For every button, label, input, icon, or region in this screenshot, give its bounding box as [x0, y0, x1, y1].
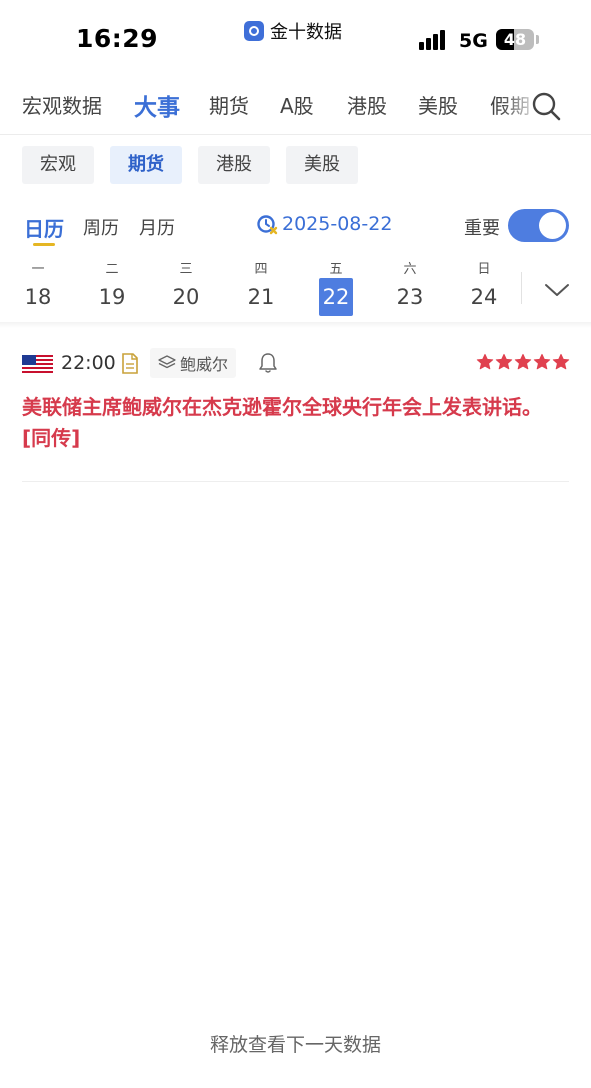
bell-icon[interactable]	[258, 352, 278, 374]
us-flag-icon	[22, 355, 53, 373]
period-weekly[interactable]: 周历	[83, 214, 119, 240]
category-tabs: 宏观数据 大事 期货 A股 港股 美股 假期	[0, 80, 591, 132]
star-icon	[552, 353, 570, 370]
cellular-signal-icon	[419, 30, 445, 50]
period-daily[interactable]: 日历	[24, 213, 64, 242]
day-18[interactable]: 18	[21, 278, 55, 316]
battery-level: 48	[503, 30, 527, 49]
app-logo-icon	[244, 21, 264, 41]
weekday-label: 二	[105, 262, 119, 277]
important-label: 重要	[464, 218, 500, 239]
event-tag-label: 鲍威尔	[180, 355, 229, 374]
day-24[interactable]: 24	[467, 278, 501, 316]
weekday-label: 三	[179, 262, 193, 277]
weekday-label: 日	[477, 262, 491, 277]
chip-macro[interactable]: 宏观	[22, 146, 94, 184]
tab-major-events[interactable]: 大事	[134, 88, 180, 122]
week-separator	[521, 272, 522, 304]
search-icon	[532, 92, 561, 121]
important-toggle[interactable]	[508, 209, 569, 242]
expand-calendar-button[interactable]	[542, 278, 572, 302]
chip-us-stocks[interactable]: 美股	[286, 146, 358, 184]
pull-hint: 释放查看下一天数据	[209, 1034, 381, 1056]
event-time: 22:00	[61, 352, 116, 374]
star-icon	[514, 353, 532, 370]
week-strip-shadow	[0, 322, 591, 328]
battery-icon: 48	[496, 29, 534, 50]
weekday-label: 五	[329, 262, 343, 277]
weekday-label: 四	[254, 262, 268, 277]
tab-a-shares[interactable]: A股	[280, 90, 314, 119]
day-20[interactable]: 20	[169, 278, 203, 316]
tab-hk-stocks[interactable]: 港股	[347, 90, 387, 119]
event-tag[interactable]: 鲍威尔	[150, 348, 237, 378]
day-19[interactable]: 19	[95, 278, 129, 316]
selected-date: 2025-08-22	[282, 213, 393, 235]
network-type: 5G	[459, 30, 488, 52]
tab-us-stocks[interactable]: 美股	[418, 90, 458, 119]
chip-futures[interactable]: 期货	[110, 146, 182, 184]
app-name: 金十数据	[270, 22, 342, 43]
star-icon	[476, 353, 494, 370]
period-monthly[interactable]: 月历	[139, 214, 175, 240]
document-icon[interactable]	[121, 353, 139, 374]
star-icon	[533, 353, 551, 370]
importance-stars	[476, 353, 570, 373]
star-icon	[495, 353, 513, 370]
day-22-selected[interactable]: 22	[319, 278, 353, 316]
weekday-label: 六	[403, 262, 417, 277]
event-divider	[22, 481, 569, 482]
app-indicator: 金十数据	[244, 18, 342, 44]
status-time: 16:29	[76, 24, 159, 53]
battery-nub	[536, 35, 539, 44]
search-button[interactable]	[530, 90, 564, 124]
chip-hk-stocks[interactable]: 港股	[198, 146, 270, 184]
calendar-clock-icon	[257, 215, 278, 235]
tab-macro-data[interactable]: 宏观数据	[22, 90, 102, 119]
event-title[interactable]: 美联储主席鲍威尔在杰克逊霍尔全球央行年会上发表讲话。[同传]	[22, 392, 562, 454]
period-underline	[33, 243, 55, 246]
day-23[interactable]: 23	[393, 278, 427, 316]
toggle-knob	[539, 212, 566, 239]
tabs-divider	[0, 134, 591, 135]
date-picker[interactable]: 2025-08-22	[256, 213, 392, 235]
day-21[interactable]: 21	[244, 278, 278, 316]
weekday-label: 一	[31, 262, 45, 277]
layers-icon	[158, 355, 176, 369]
chevron-down-icon	[545, 284, 569, 296]
status-bar: 16:29 金十数据 5G 48	[0, 0, 591, 64]
tab-futures[interactable]: 期货	[209, 90, 249, 119]
